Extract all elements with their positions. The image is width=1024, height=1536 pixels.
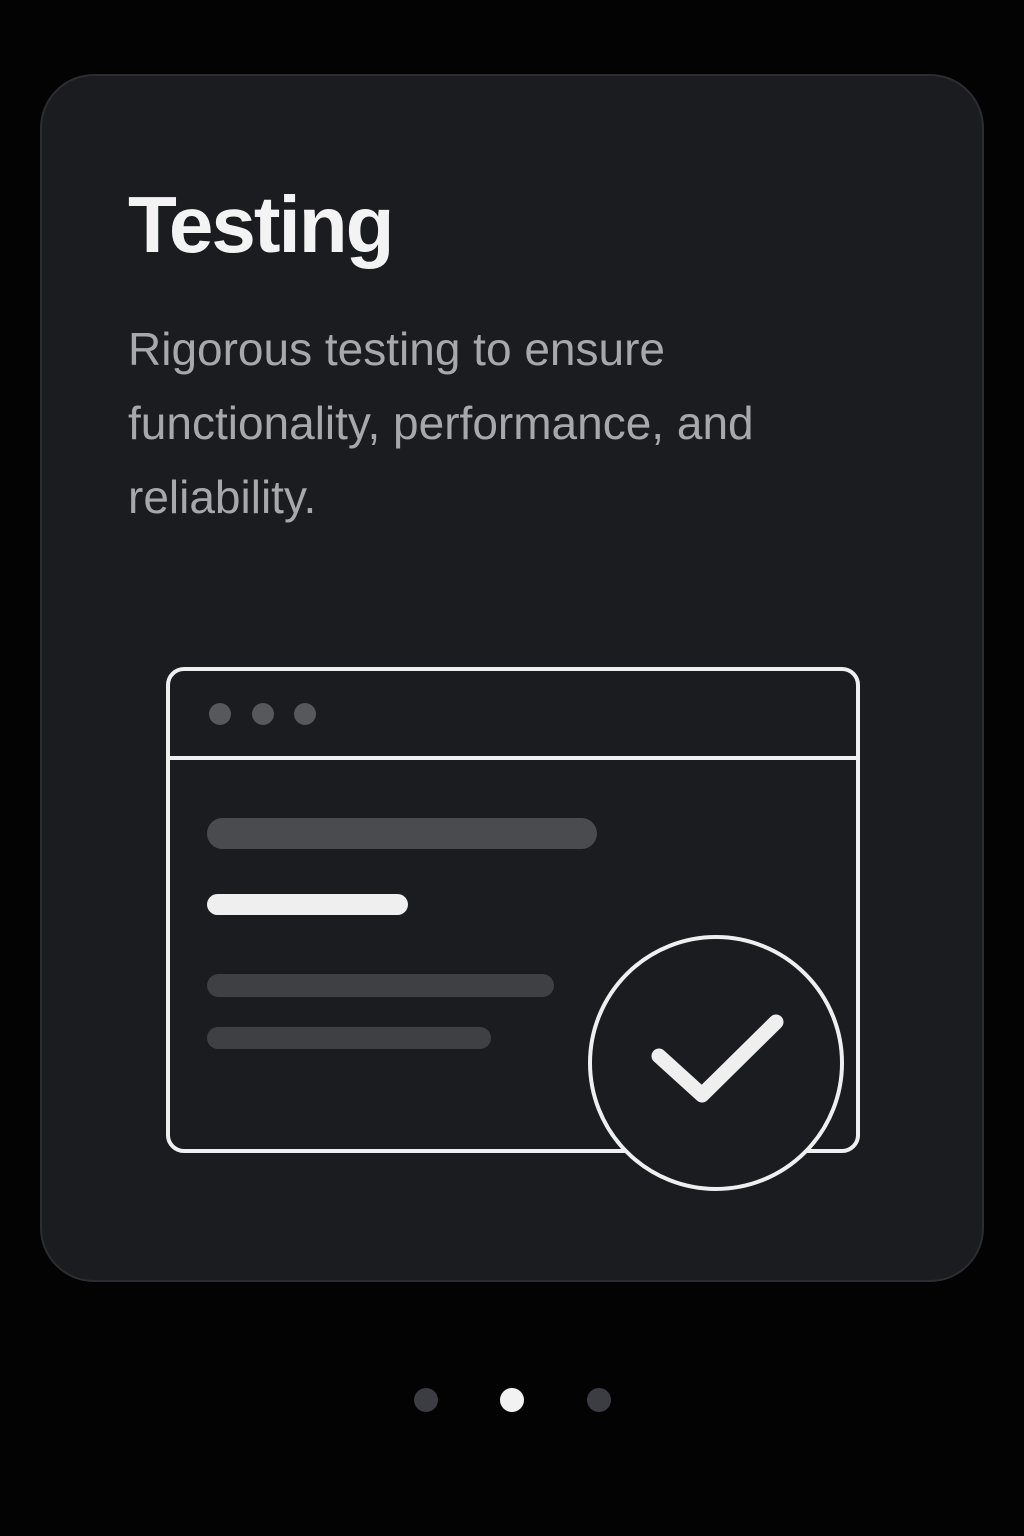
checkmark-circle-icon xyxy=(588,935,844,1191)
pagination-dot-1[interactable] xyxy=(414,1388,438,1412)
pagination-dot-3[interactable] xyxy=(587,1388,611,1412)
window-dot-icon xyxy=(294,703,316,725)
pagination-dot-2-active[interactable] xyxy=(500,1388,524,1412)
carousel-pagination xyxy=(0,1384,1024,1414)
content-bar xyxy=(207,1027,491,1049)
page: Testing Rigorous testing to ensure funct… xyxy=(0,0,1024,1536)
window-dot-icon xyxy=(209,703,231,725)
feature-card: Testing Rigorous testing to ensure funct… xyxy=(40,74,984,1282)
testing-illustration xyxy=(166,667,860,1191)
window-dot-icon xyxy=(252,703,274,725)
content-bar xyxy=(207,974,554,997)
highlight-bar xyxy=(207,894,408,915)
check-circle xyxy=(588,935,844,1191)
content-bar xyxy=(207,818,597,849)
